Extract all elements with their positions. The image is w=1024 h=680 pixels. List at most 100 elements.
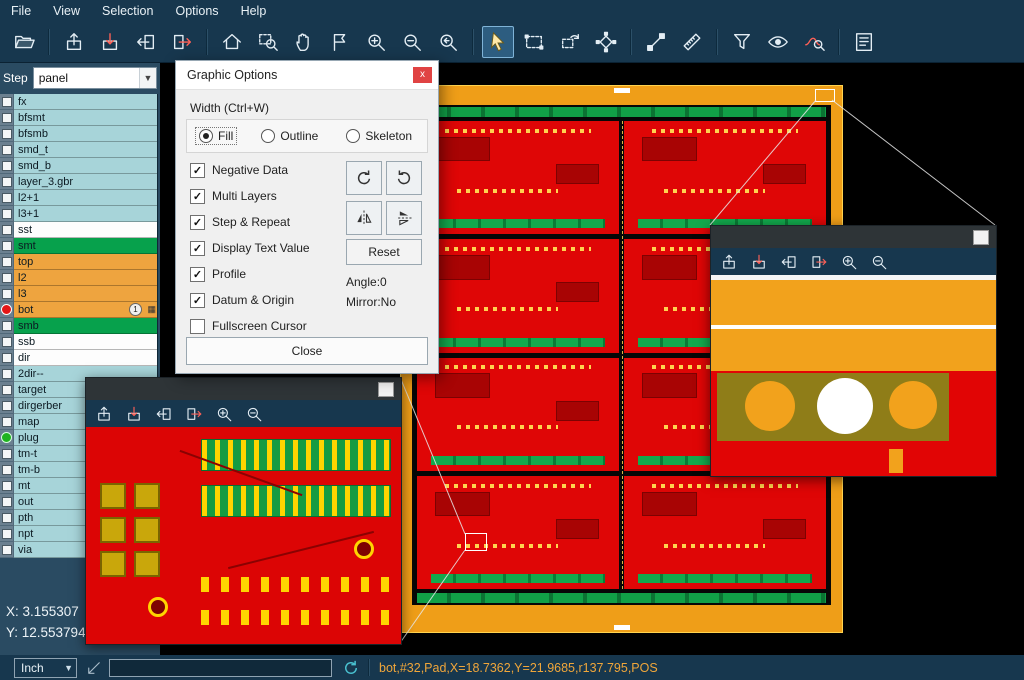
layer-row-fx[interactable]: fx	[0, 94, 157, 110]
layer-row-smd-b[interactable]: smd_b	[0, 158, 157, 174]
pcb-board-cell[interactable]	[624, 476, 826, 589]
pcb-board-cell[interactable]	[417, 121, 619, 234]
layer-select-cell[interactable]	[0, 158, 14, 174]
layer-visibility-checkbox[interactable]	[2, 337, 12, 347]
report-list-button[interactable]	[848, 26, 880, 58]
select-cursor-button[interactable]	[482, 26, 514, 58]
layer-visibility-checkbox[interactable]	[2, 193, 12, 203]
layer-row-l2[interactable]: l2	[0, 270, 157, 286]
layer-select-cell[interactable]	[0, 510, 14, 526]
box-arrow-right-button[interactable]	[181, 402, 207, 426]
layer-visibility-checkbox[interactable]	[2, 353, 12, 363]
menu-view[interactable]: View	[42, 1, 91, 21]
layer-select-cell[interactable]	[0, 254, 14, 270]
layer-visibility-checkbox[interactable]	[2, 225, 12, 235]
layer-visibility-checkbox[interactable]	[2, 321, 12, 331]
command-input[interactable]	[109, 659, 332, 677]
layer-visibility-checkbox[interactable]	[2, 513, 12, 523]
layer-visibility-checkbox[interactable]	[2, 113, 12, 123]
layer-visibility-checkbox[interactable]	[2, 369, 12, 379]
box-arrow-left-button[interactable]	[151, 402, 177, 426]
menu-help[interactable]: Help	[230, 1, 278, 21]
layer-select-cell[interactable]	[0, 174, 14, 190]
layer-select-cell[interactable]	[0, 478, 14, 494]
layer-visibility-checkbox[interactable]	[2, 97, 12, 107]
layer-visibility-checkbox[interactable]	[2, 497, 12, 507]
layer-visibility-checkbox[interactable]	[2, 177, 12, 187]
layer-row-top[interactable]: top	[0, 254, 157, 270]
layer-name-cell[interactable]: ssb	[14, 334, 157, 350]
layer-select-cell[interactable]	[0, 110, 14, 126]
open-folder-button[interactable]	[8, 26, 40, 58]
zoom-out-button[interactable]	[866, 250, 892, 274]
layer-select-cell[interactable]	[0, 94, 14, 110]
checkbox-datum-origin[interactable]: ✓Datum & Origin	[190, 287, 340, 313]
box-arrow-up-button[interactable]	[716, 250, 742, 274]
pcb-board-cell[interactable]	[624, 121, 826, 234]
layer-row-dir[interactable]: dir	[0, 350, 157, 366]
flag-note-button[interactable]	[324, 26, 356, 58]
layer-row-l3-1[interactable]: l3+1	[0, 206, 157, 222]
unit-select[interactable]: Inch ▼	[14, 658, 77, 678]
layer-visibility-checkbox[interactable]	[2, 417, 12, 427]
checkbox-fullscreen-cursor[interactable]: Fullscreen Cursor	[190, 313, 340, 339]
layer-name-cell[interactable]: smt	[14, 238, 157, 254]
line-tool-button[interactable]	[640, 26, 672, 58]
layer-select-cell[interactable]	[0, 382, 14, 398]
zoom-in-button[interactable]	[211, 402, 237, 426]
dialog-titlebar[interactable]: Graphic Options	[176, 61, 438, 90]
box-arrow-down-button[interactable]	[94, 26, 126, 58]
layer-select-cell[interactable]	[0, 526, 14, 542]
window-button[interactable]	[378, 382, 394, 397]
layer-row-layer-3-gbr[interactable]: layer_3.gbr	[0, 174, 157, 190]
layer-name-cell[interactable]: dir	[14, 350, 157, 366]
layer-row-l3[interactable]: l3	[0, 286, 157, 302]
layer-select-cell[interactable]	[0, 142, 14, 158]
magnifier-view[interactable]	[711, 275, 996, 476]
layer-visibility-checkbox[interactable]	[2, 257, 12, 267]
layer-name-cell[interactable]: bfsmb	[14, 126, 157, 142]
layer-name-cell[interactable]: bfsmt	[14, 110, 157, 126]
layer-select-cell[interactable]	[0, 462, 14, 478]
layer-select-cell[interactable]	[0, 238, 14, 254]
layer-row-smd-t[interactable]: smd_t	[0, 142, 157, 158]
zoom-out-button[interactable]	[241, 402, 267, 426]
box-arrow-left-button[interactable]	[130, 26, 162, 58]
layer-name-cell[interactable]: l2+1	[14, 190, 157, 206]
layer-name-cell[interactable]: top	[14, 254, 157, 270]
layer-row-sst[interactable]: sst	[0, 222, 157, 238]
layer-select-cell[interactable]	[0, 542, 14, 558]
box-arrow-right-button[interactable]	[806, 250, 832, 274]
layer-select-cell[interactable]	[0, 318, 14, 334]
layer-select-cell[interactable]	[0, 494, 14, 510]
layer-select-cell[interactable]	[0, 190, 14, 206]
zoom-out-button[interactable]	[396, 26, 428, 58]
layer-visibility-checkbox[interactable]	[2, 273, 12, 283]
reset-button[interactable]: Reset	[346, 239, 422, 265]
refresh-icon[interactable]	[342, 659, 360, 677]
chevron-down-icon[interactable]: ▼	[139, 68, 156, 88]
layer-visibility-checkbox[interactable]	[2, 401, 12, 411]
layer-name-cell[interactable]: smd_b	[14, 158, 157, 174]
box-arrow-left-button[interactable]	[776, 250, 802, 274]
magnifier-window-1[interactable]	[85, 377, 402, 645]
pcb-board-cell[interactable]	[417, 358, 619, 471]
layer-select-cell[interactable]	[0, 350, 14, 366]
zoom-in-button[interactable]	[836, 250, 862, 274]
layer-name-cell[interactable]: bot1▦	[14, 302, 157, 318]
step-select[interactable]: panel ▼	[33, 67, 157, 89]
layer-select-cell[interactable]	[0, 398, 14, 414]
ruler-tool-button[interactable]	[676, 26, 708, 58]
zoom-in-button[interactable]	[360, 26, 392, 58]
layer-name-cell[interactable]: l3+1	[14, 206, 157, 222]
snap-diamond-button[interactable]	[590, 26, 622, 58]
layer-select-cell[interactable]	[0, 222, 14, 238]
layer-row-ssb[interactable]: ssb	[0, 334, 157, 350]
checkbox-profile[interactable]: ✓Profile	[190, 261, 340, 287]
layer-row-bfsmt[interactable]: bfsmt	[0, 110, 157, 126]
layer-name-cell[interactable]: l2	[14, 270, 157, 286]
checkbox-multi-layers[interactable]: ✓Multi Layers	[190, 183, 340, 209]
radio-outline[interactable]: Outline	[258, 128, 321, 144]
zoom-previous-button[interactable]	[432, 26, 464, 58]
mirror-vertical-button[interactable]	[386, 201, 422, 235]
